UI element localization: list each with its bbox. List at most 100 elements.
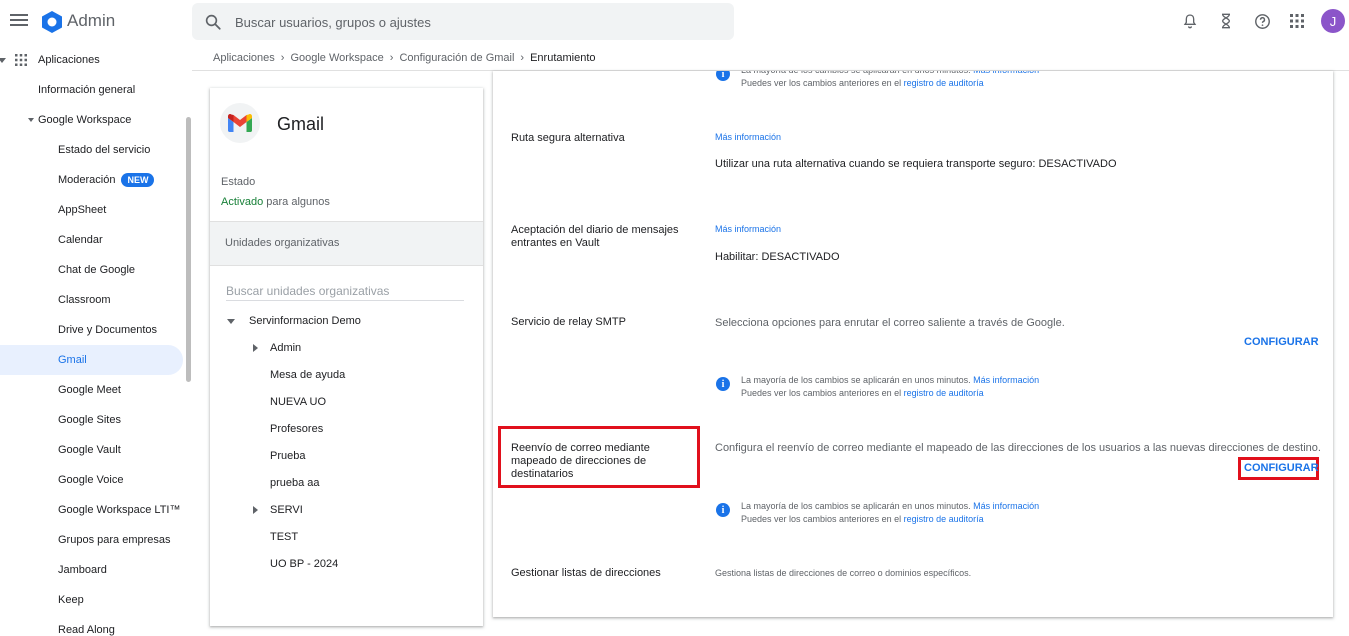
sidebar-item-calendar[interactable]: Calendar: [0, 225, 183, 255]
ou-item[interactable]: SERVI: [270, 504, 303, 516]
sidebar-item-jamboard[interactable]: Jamboard: [0, 555, 183, 585]
sidebar-item-label: Calendar: [58, 234, 103, 246]
info-notice: i La mayoría de los cambios se aplicarán…: [716, 501, 1116, 527]
sidebar-item-label: Google Vault: [58, 444, 121, 456]
sidebar-item-moderacion[interactable]: Moderación NEW: [0, 165, 183, 195]
sidebar-item-workspace-lti[interactable]: Google Workspace LTI™: [0, 495, 183, 525]
status-active: Activado: [221, 196, 264, 208]
sidebar-item-read-along[interactable]: Read Along: [0, 615, 183, 636]
sidebar-item-appsheet[interactable]: AppSheet: [0, 195, 183, 225]
info-icon: i: [716, 71, 730, 81]
configure-button[interactable]: CONFIGURAR: [1244, 462, 1319, 474]
apps-grid-icon[interactable]: [1284, 8, 1310, 34]
setting-label[interactable]: Ruta segura alternativa: [511, 132, 691, 145]
ou-item[interactable]: NUEVA UO: [270, 396, 326, 408]
sidebar-item-label: Drive y Documentos: [58, 324, 158, 336]
info-text: La mayoría de los cambios se aplicarán e…: [741, 71, 971, 75]
sidebar-item-label: Chat de Google: [58, 264, 136, 276]
breadcrumb-item[interactable]: Configuración de Gmail: [399, 52, 514, 64]
setting-description: Gestiona listas de direcciones de correo…: [715, 568, 972, 578]
setting-label[interactable]: Aceptación del diario de mensajes entran…: [511, 224, 691, 250]
sidebar-item-label: Google Meet: [58, 384, 121, 396]
menu-icon[interactable]: [10, 12, 28, 30]
setting-description: Selecciona opciones para enrutar el corr…: [715, 317, 1065, 329]
sidebar-item-google-workspace[interactable]: Google Workspace: [0, 105, 183, 135]
sidebar-scrollbar[interactable]: [186, 117, 191, 382]
sidebar-item-label: Google Workspace LTI™: [58, 504, 181, 516]
sidebar-item-label: Classroom: [58, 294, 111, 306]
learn-more-link[interactable]: Más información: [973, 71, 1039, 75]
chevron-down-icon[interactable]: [227, 319, 235, 324]
setting-label[interactable]: Servicio de relay SMTP: [511, 316, 691, 329]
app-name[interactable]: Admin: [67, 11, 115, 31]
breadcrumb-current: Enrutamiento: [530, 52, 596, 64]
search-icon: [205, 14, 221, 30]
ou-item[interactable]: UO BP - 2024: [270, 558, 338, 570]
breadcrumb-separator: ›: [520, 52, 525, 64]
sidebar-item-google-meet[interactable]: Google Meet: [0, 375, 183, 405]
search-bar[interactable]: [192, 3, 734, 40]
ou-root[interactable]: Servinformacion Demo: [249, 315, 361, 327]
ou-item[interactable]: Mesa de ayuda: [270, 369, 345, 381]
status-value: Activado para algunos: [221, 196, 330, 208]
sidebar-item-label: Keep: [58, 594, 84, 606]
top-bar: Admin J: [0, 0, 1349, 44]
bell-icon[interactable]: [1177, 8, 1203, 34]
sidebar-item-informacion-general[interactable]: Información general: [0, 75, 183, 105]
learn-more-link[interactable]: Más información: [973, 375, 1039, 385]
chevron-down-icon: [28, 118, 34, 122]
avatar[interactable]: J: [1321, 9, 1345, 33]
chevron-right-icon[interactable]: [253, 506, 258, 514]
info-text: Puedes ver los cambios anteriores en el: [741, 388, 902, 398]
learn-more-link[interactable]: Más información: [973, 501, 1039, 511]
app-title: Gmail: [277, 114, 325, 134]
sidebar-item-estado-del-servicio[interactable]: Estado del servicio: [0, 135, 183, 165]
sidebar-item-aplicaciones[interactable]: Aplicaciones: [0, 45, 183, 75]
sidebar-item-grupos[interactable]: Grupos para empresas: [0, 525, 183, 555]
chevron-right-icon[interactable]: [253, 344, 258, 352]
info-notice: i La mayoría de los cambios se aplicarán…: [716, 375, 1116, 401]
learn-more-link[interactable]: Más información: [715, 224, 781, 234]
new-badge: NEW: [121, 173, 155, 187]
status-label: Estado: [221, 176, 256, 188]
sidebar-item-drive[interactable]: Drive y Documentos: [0, 315, 183, 345]
sidebar-item-classroom[interactable]: Classroom: [0, 285, 183, 315]
ou-item[interactable]: Prueba: [270, 450, 305, 462]
audit-log-link[interactable]: registro de auditoría: [904, 78, 984, 88]
help-icon[interactable]: [1249, 8, 1275, 34]
audit-log-link[interactable]: registro de auditoría: [904, 514, 984, 524]
search-input[interactable]: [235, 11, 715, 33]
status-suffix: para algunos: [263, 196, 330, 208]
admin-logo-icon[interactable]: [40, 10, 64, 34]
info-icon: i: [716, 503, 730, 517]
setting-label[interactable]: Reenvío de correo mediante mapeado de di…: [511, 442, 693, 481]
breadcrumb-item[interactable]: Google Workspace: [290, 52, 383, 64]
setting-value[interactable]: Habilitar: DESACTIVADO: [715, 251, 840, 263]
sidebar-item-gmail[interactable]: Gmail: [0, 345, 183, 375]
setting-value-text: Utilizar una ruta alternativa cuando se …: [715, 158, 1039, 170]
sidebar-item-google-voice[interactable]: Google Voice: [0, 465, 183, 495]
sidebar-item-chat[interactable]: Chat de Google: [0, 255, 183, 285]
ou-item[interactable]: TEST: [270, 531, 298, 543]
setting-label[interactable]: Gestionar listas de direcciones: [511, 567, 691, 580]
breadcrumb-separator: ›: [280, 52, 285, 64]
setting-value[interactable]: Utilizar una ruta alternativa cuando se …: [715, 158, 1117, 170]
info-text: La mayoría de los cambios se aplicarán e…: [741, 375, 971, 385]
sidebar-item-google-vault[interactable]: Google Vault: [0, 435, 183, 465]
ou-search-input[interactable]: [226, 281, 464, 301]
app-info-panel: Gmail Estado Activado para algunos Unida…: [210, 88, 483, 626]
sidebar-item-label: Aplicaciones: [38, 54, 100, 66]
breadcrumb-item[interactable]: Aplicaciones: [213, 52, 275, 64]
hourglass-icon[interactable]: [1213, 8, 1239, 34]
ou-header: Unidades organizativas: [210, 221, 483, 266]
sidebar-item-google-sites[interactable]: Google Sites: [0, 405, 183, 435]
sidebar-item-keep[interactable]: Keep: [0, 585, 183, 615]
breadcrumb: Aplicaciones › Google Workspace › Config…: [213, 50, 596, 66]
learn-more-link[interactable]: Más información: [715, 132, 781, 142]
ou-item[interactable]: prueba aa: [270, 477, 320, 489]
setting-value-text: Habilitar:: [715, 251, 762, 263]
audit-log-link[interactable]: registro de auditoría: [904, 388, 984, 398]
configure-button[interactable]: CONFIGURAR: [1244, 336, 1319, 348]
ou-item[interactable]: Profesores: [270, 423, 323, 435]
ou-item[interactable]: Admin: [270, 342, 301, 354]
